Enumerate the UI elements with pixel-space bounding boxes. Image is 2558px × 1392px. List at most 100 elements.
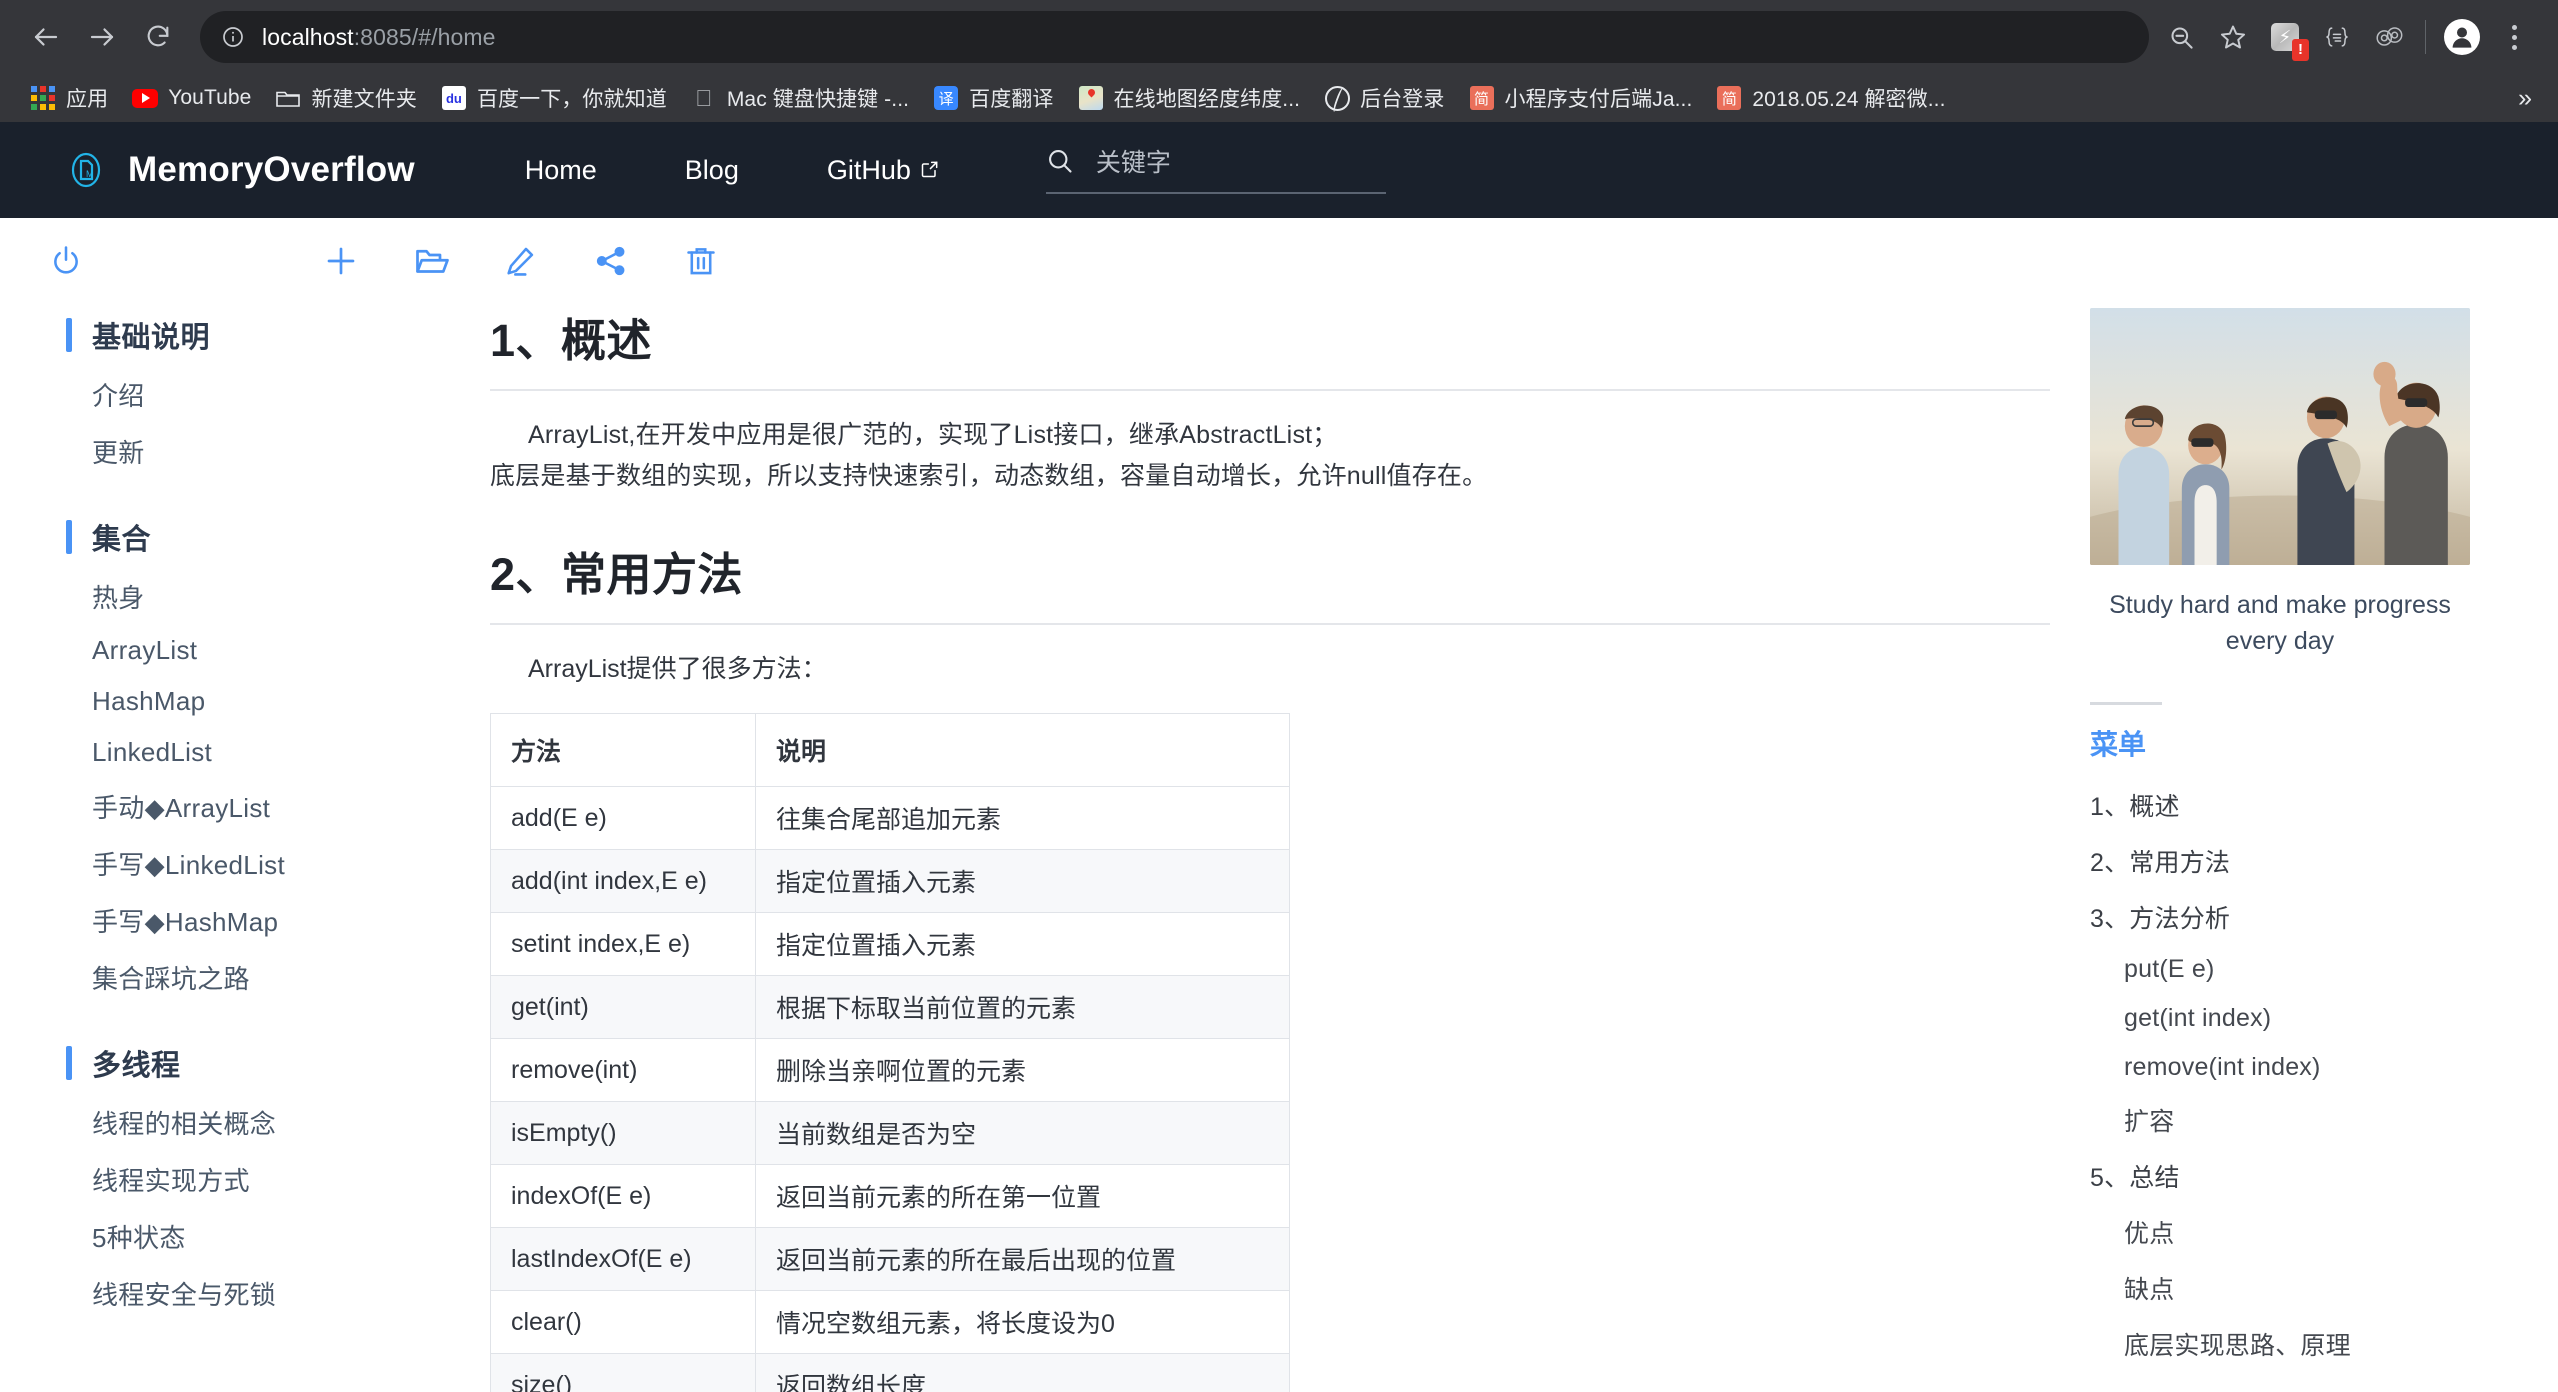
toc-item-advantages[interactable]: 优点: [2090, 1204, 2470, 1260]
cell-method: lastIndexOf(E e): [490, 1227, 756, 1291]
vision-extension-icon[interactable]: [2363, 11, 2415, 63]
bookmark-new-folder[interactable]: 新建文件夹: [263, 77, 429, 119]
cell-description: 指定位置插入元素: [755, 849, 1290, 913]
toc-item-summary[interactable]: 5、总结: [2090, 1148, 2470, 1204]
open-folder-icon[interactable]: [401, 231, 461, 291]
bookmark-baidu[interactable]: du 百度一下，你就知道: [429, 77, 679, 119]
cell-method: isEmpty(): [490, 1101, 756, 1165]
three-dot-menu-icon[interactable]: [2488, 11, 2540, 63]
nav-link-blog[interactable]: Blog: [641, 155, 783, 186]
brand[interactable]: M MemoryOverflow: [64, 148, 415, 192]
sidebar-item-intro[interactable]: 介绍: [0, 366, 480, 423]
action-toolbar: [0, 218, 2558, 304]
nav-link-github[interactable]: GitHub: [783, 155, 984, 186]
site-search[interactable]: [1045, 147, 1386, 194]
map-icon: [1078, 85, 1104, 111]
sidebar-group-label: 集合: [92, 524, 152, 556]
bookmark-miniprogram-pay[interactable]: 简 小程序支付后端Ja...: [1457, 77, 1705, 119]
table-row: add(E e) 往集合尾部追加元素: [490, 786, 1290, 850]
group-accent-bar: [66, 318, 72, 352]
bookmark-decrypt-wechat[interactable]: 简 2018.05.24 解密微...: [1704, 77, 1957, 119]
table-row: remove(int) 删除当亲啊位置的元素: [490, 1038, 1290, 1102]
search-input[interactable]: [1095, 148, 1386, 178]
sidebar-item-collection-pitfalls[interactable]: 集合踩坑之路: [0, 949, 480, 1006]
table-row: isEmpty() 当前数组是否为空: [490, 1101, 1290, 1165]
sidebar-item-linkedlist[interactable]: LinkedList: [0, 727, 480, 778]
share-icon[interactable]: [581, 231, 641, 291]
cell-method: clear(): [490, 1290, 756, 1354]
table-header-method: 方法: [490, 713, 756, 787]
sidebar-item-manual-arraylist[interactable]: 手动◆ArrayList: [0, 778, 480, 835]
sidebar-item-manual-hashmap[interactable]: 手写◆HashMap: [0, 892, 480, 949]
toc-item-overview[interactable]: 1、概述: [2090, 777, 2470, 833]
table-header-description: 说明: [755, 713, 1290, 787]
apps-grid-icon: [30, 85, 56, 111]
bookmark-youtube[interactable]: YouTube: [120, 79, 263, 117]
table-row: add(int index,E e) 指定位置插入元素: [490, 849, 1290, 913]
baidu-icon: du: [441, 85, 467, 111]
reload-icon[interactable]: [130, 9, 186, 65]
group-accent-bar: [66, 1046, 72, 1080]
document-actions: [311, 231, 731, 291]
nav-link-home[interactable]: Home: [481, 155, 641, 186]
jianshu-icon: 简: [1716, 85, 1742, 111]
toc-item-remove[interactable]: remove(int index): [2090, 1043, 2470, 1092]
group-accent-bar: [66, 520, 72, 554]
sidebar-item-warmup[interactable]: 热身: [0, 568, 480, 625]
info-circle-icon[interactable]: [218, 22, 248, 52]
browser-toolbar: localhost:8085/#/home ⚡ !: [0, 0, 2558, 74]
sidebar-item-thread-concepts[interactable]: 线程的相关概念: [0, 1094, 480, 1151]
table-intro-text: ArrayList提供了很多方法：: [528, 655, 827, 683]
sidebar-item-five-states[interactable]: 5种状态: [0, 1208, 480, 1265]
trash-icon[interactable]: [671, 231, 731, 291]
profile-avatar-icon[interactable]: [2436, 11, 2488, 63]
bookmark-baidu-fanyi[interactable]: 译 百度翻译: [921, 77, 1065, 119]
extension-icon[interactable]: ⚡ !: [2259, 11, 2311, 63]
toc-item-get[interactable]: get(int index): [2090, 994, 2470, 1043]
section-1-paragraph: ArrayList,在开发中应用是很广范的，实现了List接口，继承Abstra…: [490, 415, 2050, 496]
cell-description: 指定位置插入元素: [755, 912, 1290, 976]
zoom-out-icon[interactable]: [2155, 11, 2207, 63]
bookmark-admin-login[interactable]: 后台登录: [1312, 77, 1456, 119]
sidebar-item-thread-safety[interactable]: 线程安全与死锁: [0, 1265, 480, 1322]
pencil-icon[interactable]: [491, 231, 551, 291]
bookmark-label: 后台登录: [1360, 88, 1445, 111]
rail-caption: Study hard and make progress every day: [2109, 591, 2451, 656]
toc-item-expansion[interactable]: 扩容: [2090, 1092, 2470, 1148]
back-arrow-icon[interactable]: [18, 9, 74, 65]
bookmark-apps[interactable]: 应用: [18, 77, 120, 119]
globe-icon: [1324, 85, 1350, 111]
toc-item-principles[interactable]: 底层实现思路、原理: [2090, 1316, 2470, 1372]
json-viewer-icon[interactable]: [2311, 11, 2363, 63]
plus-icon[interactable]: [311, 231, 371, 291]
bookmark-label: 新建文件夹: [311, 88, 417, 111]
section-1-heading: 1、概述: [490, 315, 653, 366]
rail-divider: [2090, 701, 2162, 705]
cell-method: get(int): [490, 975, 756, 1039]
power-icon[interactable]: [36, 231, 96, 291]
sidebar-item-arraylist[interactable]: ArrayList: [0, 625, 480, 676]
address-bar[interactable]: localhost:8085/#/home: [200, 11, 2149, 63]
table-row: lastIndexOf(E e) 返回当前元素的所在最后出现的位置: [490, 1227, 1290, 1291]
sidebar-item-hashmap[interactable]: HashMap: [0, 676, 480, 727]
bookmark-online-map[interactable]: 在线地图经度纬度...: [1066, 77, 1313, 119]
url-host: localhost: [262, 23, 354, 50]
forward-arrow-icon[interactable]: [74, 9, 130, 65]
bookmark-mac-shortcuts[interactable]:  Mac 键盘快捷键 -...: [679, 77, 921, 119]
extension-badge: !: [2292, 39, 2309, 61]
star-icon[interactable]: [2207, 11, 2259, 63]
sidebar: 基础说明 介绍 更新 集合 热身 ArrayList HashMap Linke…: [0, 304, 480, 1322]
cell-description: 返回当前元素的所在最后出现的位置: [755, 1227, 1290, 1291]
toolbar-divider: [2425, 20, 2426, 54]
sidebar-item-thread-impl[interactable]: 线程实现方式: [0, 1151, 480, 1208]
toc-item-put[interactable]: put(E e): [2090, 945, 2470, 994]
section-2-heading: 2、常用方法: [490, 549, 744, 600]
brand-name: MemoryOverflow: [128, 150, 415, 189]
sidebar-item-update[interactable]: 更新: [0, 423, 480, 480]
bookmarks-overflow-icon[interactable]: »: [2518, 84, 2540, 113]
fanyi-icon: 译: [933, 85, 959, 111]
toc-item-method-analysis[interactable]: 3、方法分析: [2090, 889, 2470, 945]
toc-item-common-methods[interactable]: 2、常用方法: [2090, 833, 2470, 889]
toc-item-disadvantages[interactable]: 缺点: [2090, 1260, 2470, 1316]
sidebar-item-manual-linkedlist[interactable]: 手写◆LinkedList: [0, 835, 480, 892]
